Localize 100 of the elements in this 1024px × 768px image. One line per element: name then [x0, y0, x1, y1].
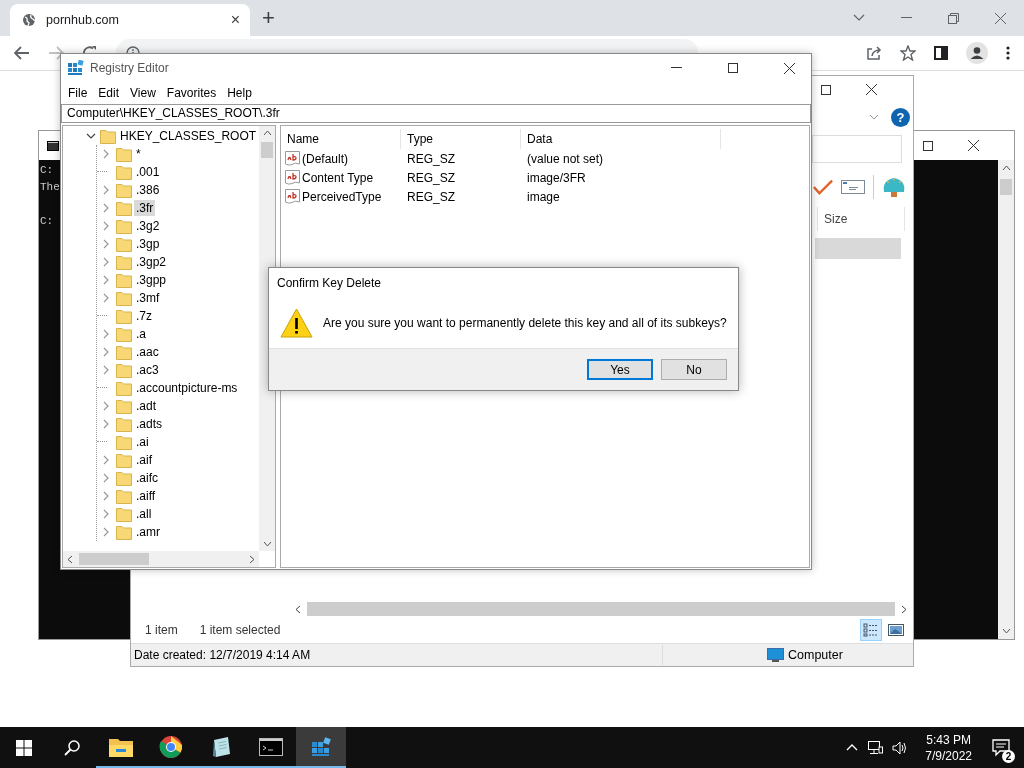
tab-close-button[interactable]: ×: [230, 11, 240, 29]
tree-item[interactable]: .001: [134, 164, 162, 180]
tree-item[interactable]: .all: [134, 506, 154, 522]
speaker-icon[interactable]: [892, 740, 909, 755]
chevron-right-icon[interactable]: [101, 509, 111, 519]
tree-item[interactable]: .ai: [134, 434, 151, 450]
minimize-icon[interactable]: [671, 67, 682, 69]
menu-item[interactable]: Favorites: [164, 85, 224, 100]
tree-item[interactable]: HKEY_CLASSES_ROOT: [118, 128, 259, 144]
chevron-down-icon[interactable]: [86, 131, 96, 141]
chevron-right-icon[interactable]: [101, 401, 111, 411]
menu-item[interactable]: View: [128, 85, 163, 100]
maximize-icon[interactable]: [821, 84, 831, 95]
maximize-icon[interactable]: [923, 140, 933, 151]
chevron-right-icon[interactable]: [101, 455, 111, 465]
chevron-up-icon[interactable]: [846, 744, 859, 751]
search-icon[interactable]: [64, 739, 80, 756]
checkmark-icon[interactable]: [813, 178, 833, 196]
chevron-right-icon[interactable]: [101, 185, 111, 195]
search-field[interactable]: [812, 135, 902, 163]
scrollbar[interactable]: [998, 160, 1014, 639]
menu-icon[interactable]: [1006, 46, 1010, 60]
tree-item[interactable]: .7z: [134, 308, 154, 324]
arrow-up-icon[interactable]: [1001, 165, 1011, 171]
browser-tab[interactable]: pornhub.com ×: [10, 4, 250, 36]
chevron-right-icon[interactable]: [101, 203, 111, 213]
windows-logo-icon[interactable]: [16, 739, 32, 756]
shell-icon[interactable]: [882, 176, 906, 198]
arrow-left-icon[interactable]: [67, 554, 73, 564]
tree-item[interactable]: .adts: [134, 416, 164, 432]
chevron-down-icon[interactable]: [853, 14, 865, 22]
arrow-right-icon[interactable]: [249, 554, 255, 564]
back-arrow-icon[interactable]: [14, 46, 30, 60]
tree-item[interactable]: .3gp: [134, 236, 162, 252]
tree-item[interactable]: .amr: [134, 524, 162, 540]
help-button[interactable]: ?: [891, 107, 910, 127]
menu-item[interactable]: Edit: [96, 85, 127, 100]
chevron-right-icon[interactable]: [101, 275, 111, 285]
tree-item[interactable]: .ac3: [134, 362, 161, 378]
tree-item[interactable]: .3gp2: [134, 254, 169, 270]
scrollbar-thumb[interactable]: [1000, 179, 1012, 195]
chevron-right-icon[interactable]: [101, 293, 111, 303]
no-button[interactable]: No: [661, 359, 727, 380]
arrow-down-icon[interactable]: [1001, 628, 1011, 634]
details-view-button[interactable]: [860, 619, 882, 641]
chevron-right-icon[interactable]: [101, 221, 111, 231]
address-field[interactable]: Computer\HKEY_CLASSES_ROOT\.3fr: [61, 104, 811, 123]
tree-item[interactable]: .3mf: [134, 290, 162, 306]
restore-icon[interactable]: [948, 12, 959, 24]
share-icon[interactable]: [866, 45, 882, 61]
chevron-right-icon[interactable]: [101, 329, 111, 339]
close-icon[interactable]: [866, 84, 877, 95]
tree-item[interactable]: .a: [134, 326, 148, 342]
tree-item[interactable]: .3gpp: [134, 272, 169, 288]
chevron-right-icon[interactable]: [101, 527, 111, 537]
clock[interactable]: 5:43 PM 7/9/2022: [917, 727, 980, 768]
menu-item[interactable]: Help: [225, 85, 259, 100]
maximize-icon[interactable]: [728, 63, 738, 73]
chevron-right-icon[interactable]: [101, 473, 111, 483]
scrollbar-thumb[interactable]: [79, 553, 149, 565]
chevron-right-icon[interactable]: [101, 347, 111, 357]
close-icon[interactable]: [968, 140, 979, 151]
chevron-right-icon[interactable]: [101, 365, 111, 375]
side-panel-icon[interactable]: [934, 46, 948, 60]
arrow-right-icon[interactable]: [901, 604, 907, 614]
menu-item[interactable]: File: [66, 85, 95, 100]
arrow-up-icon[interactable]: [262, 130, 272, 136]
profile-icon[interactable]: [966, 42, 988, 64]
tree-item[interactable]: .3fr: [134, 200, 156, 216]
scrollbar-thumb[interactable]: [261, 142, 273, 158]
tree-item[interactable]: .accountpicture-ms: [134, 380, 240, 396]
tree-item[interactable]: .3g2: [134, 218, 162, 234]
tree-item[interactable]: .aiff: [134, 488, 158, 504]
column-header[interactable]: Name: [281, 129, 401, 149]
tree-item[interactable]: .386: [134, 182, 162, 198]
close-icon[interactable]: [784, 62, 795, 74]
chevron-right-icon[interactable]: [101, 491, 111, 501]
network-icon[interactable]: [867, 740, 884, 755]
tree-item[interactable]: .adt: [134, 398, 158, 414]
new-tab-button[interactable]: +: [262, 7, 275, 29]
arrow-down-icon[interactable]: [262, 541, 272, 547]
yes-button[interactable]: Yes: [587, 359, 653, 380]
tree-item[interactable]: .aifc: [134, 470, 160, 486]
scrollbar-thumb[interactable]: [307, 602, 895, 616]
column-header[interactable]: Size: [817, 207, 905, 231]
tree-item[interactable]: *: [134, 146, 143, 162]
chevron-right-icon[interactable]: [101, 149, 111, 159]
envelope-icon[interactable]: [841, 180, 865, 194]
column-header[interactable]: Type: [401, 129, 521, 149]
tree-item[interactable]: .aif: [134, 452, 154, 468]
forward-arrow-icon[interactable]: [48, 46, 64, 60]
star-icon[interactable]: [900, 45, 916, 61]
tree-item[interactable]: .aac: [134, 344, 161, 360]
arrow-left-icon[interactable]: [295, 604, 301, 614]
chevron-right-icon[interactable]: [101, 257, 111, 267]
registry-app-icon[interactable]: [296, 727, 346, 768]
chevron-right-icon[interactable]: [101, 239, 111, 249]
chevron-right-icon[interactable]: [101, 419, 111, 429]
column-header[interactable]: Data: [521, 129, 721, 149]
scrollbar[interactable]: [63, 551, 259, 567]
